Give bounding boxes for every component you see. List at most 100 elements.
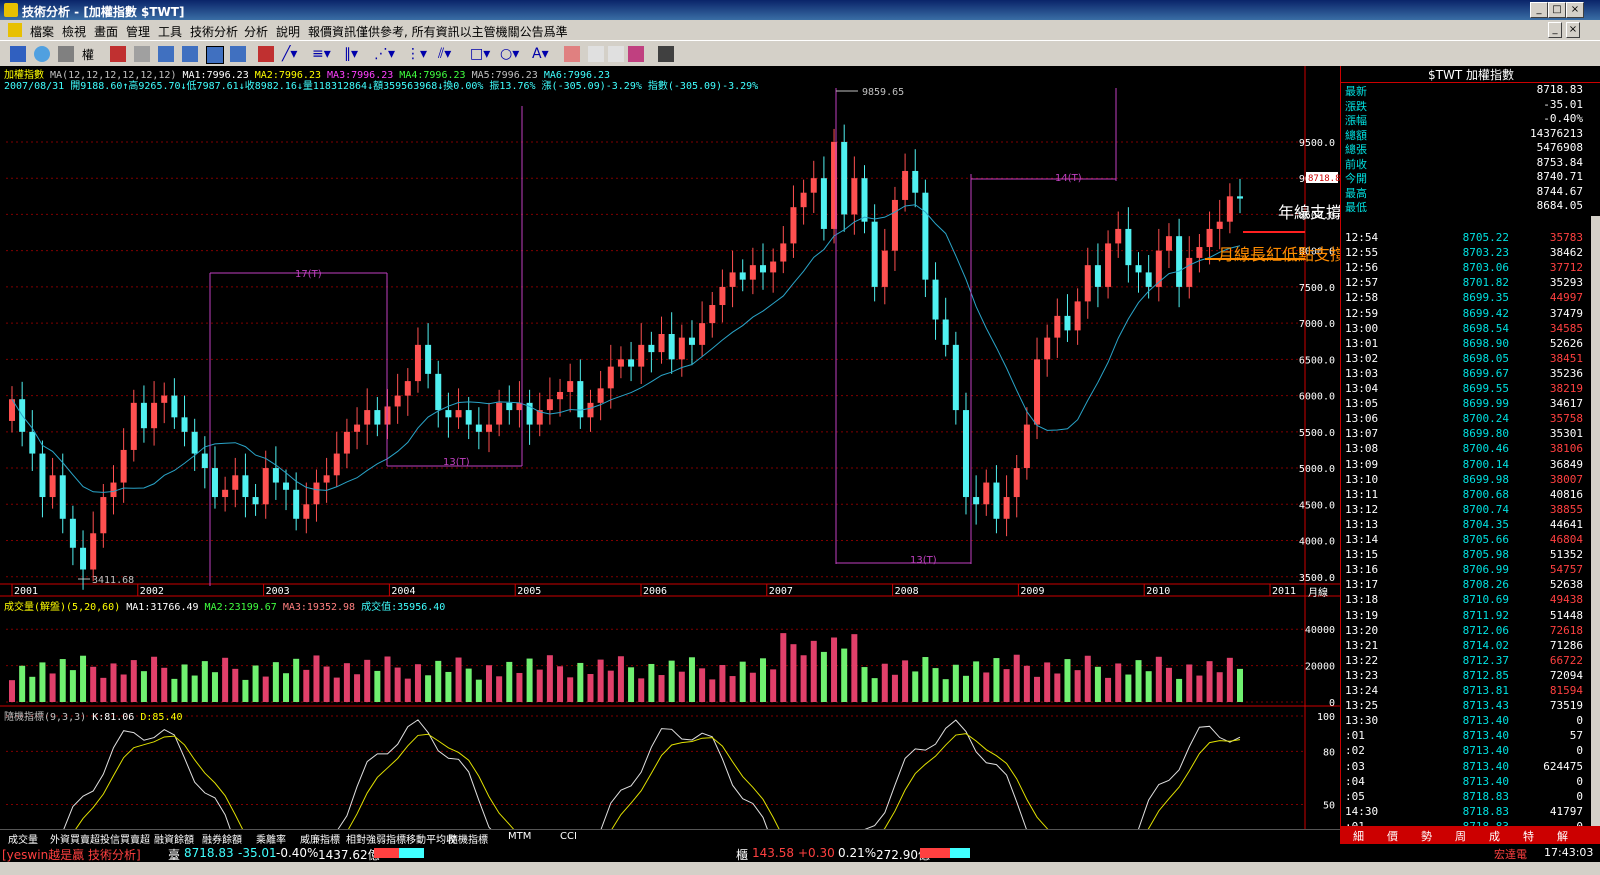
color-icon[interactable]	[628, 46, 644, 62]
quote-tab-trend[interactable]: 勢	[1421, 828, 1432, 844]
line-tool-icon[interactable]: ╱▾	[282, 46, 298, 62]
maximize-button[interactable]: □	[1548, 2, 1566, 18]
quote-tab-detail[interactable]: 細	[1353, 828, 1364, 844]
quote-scrollbar[interactable]	[1591, 216, 1600, 826]
quote-tab-price[interactable]: 價	[1387, 828, 1398, 844]
doc-icon	[8, 23, 22, 37]
quote-tab-week[interactable]: 周	[1455, 828, 1466, 844]
layout4-icon[interactable]	[230, 46, 246, 62]
draw-icon[interactable]	[258, 46, 274, 62]
menu-file[interactable]: 檔案	[30, 23, 54, 40]
tick-time: 13:04	[1345, 382, 1379, 395]
candle-body	[952, 344, 959, 411]
copy-icon[interactable]	[564, 46, 580, 62]
volume-bar	[567, 677, 574, 702]
tick-volume: 38007	[1549, 472, 1583, 486]
volume-bar	[303, 669, 310, 702]
volume-bar	[283, 673, 290, 702]
quote-tab-analysis[interactable]: 解	[1557, 828, 1568, 844]
tick-volume: 624475	[1543, 759, 1583, 773]
app-name: [yeswin越是贏 技術分析]	[2, 848, 141, 862]
ellipse-tool-icon[interactable]: ○▾	[500, 46, 519, 62]
tick-price: 8705.66	[1462, 533, 1509, 546]
candle-body	[333, 453, 340, 476]
menu-help[interactable]: 說明	[276, 23, 300, 40]
save-icon[interactable]	[658, 46, 674, 62]
tick-time: 12:54	[1345, 231, 1379, 244]
tick-price: 8700.74	[1462, 502, 1509, 516]
volume-bar	[770, 669, 777, 702]
tab-mtm[interactable]: MTM	[508, 831, 531, 842]
price-chart[interactable]: 3500.0 4000.0 4500.0 5000.0 5500.0 6000.0 6500…	[0, 66, 1340, 844]
y-tick-label: 5000.0	[1299, 464, 1335, 475]
candle-body	[617, 359, 624, 367]
candle-body	[414, 344, 421, 382]
menu-technical[interactable]: 技術分析	[190, 23, 238, 40]
tick-volume: 35236	[1549, 366, 1583, 380]
volume-bar	[1003, 669, 1010, 702]
tick-time: 13:01	[1345, 336, 1379, 350]
close-button[interactable]: ×	[1566, 2, 1584, 18]
volume-bar	[1237, 668, 1243, 702]
crosshair-icon[interactable]	[34, 46, 50, 62]
menu-manage[interactable]: 管理	[126, 23, 150, 40]
candle-body	[110, 482, 117, 498]
zoom-icon[interactable]	[58, 46, 74, 62]
volume-bar	[9, 680, 15, 702]
candle-body	[699, 323, 706, 345]
volume-bar	[1155, 656, 1162, 702]
quote-row-value: -35.01	[1543, 97, 1583, 111]
tick-row: 12:54 8705.22 35783	[1341, 231, 1587, 246]
volume-bar	[1074, 670, 1081, 702]
menu-view[interactable]: 檢視	[62, 23, 86, 40]
quote-panel: $TWT 加權指數 最新 8718.83 漲跌 -35.01 漲幅 -0.40% 總額 143…	[1340, 66, 1600, 844]
tick-volume: 46804	[1549, 533, 1583, 546]
candle-body	[404, 381, 411, 396]
rect-tool-icon[interactable]: □▾	[470, 46, 490, 62]
clear-icon[interactable]	[608, 46, 624, 62]
grid-icon[interactable]	[110, 46, 126, 62]
chart-area[interactable]: 加權指數 MA(12,12,12,12,12,12) MA1:7996.23 M…	[0, 66, 1340, 844]
eraser-icon[interactable]	[588, 46, 604, 62]
channel-tool-icon[interactable]: ⫽▾	[438, 46, 454, 62]
candle-body	[719, 286, 726, 306]
compare-icon[interactable]	[134, 46, 150, 62]
candle-body	[425, 344, 432, 374]
quote-tab-volume[interactable]: 成	[1489, 828, 1500, 844]
candle-body	[1206, 228, 1213, 248]
candle-body	[902, 170, 909, 200]
tick-price: 8703.23	[1462, 246, 1509, 260]
layout3-icon[interactable]	[206, 46, 224, 64]
app-icon	[4, 3, 18, 17]
menu-analysis[interactable]: 分析	[244, 23, 268, 40]
tab-cci[interactable]: CCI	[560, 831, 577, 842]
volume-bar	[831, 637, 838, 702]
chart-type-icon[interactable]	[10, 46, 26, 62]
volume-bar	[414, 664, 421, 702]
candle-body	[841, 141, 848, 215]
layout1-icon[interactable]	[158, 46, 174, 62]
quote-row: 最低 8684.05	[1341, 199, 1587, 214]
child-close-button[interactable]: ×	[1566, 22, 1580, 38]
period-dropdown[interactable]: 權▾	[82, 46, 98, 77]
candle-body	[567, 381, 574, 392]
vline-tool-icon[interactable]: ∥▾	[344, 46, 360, 62]
fan-tool-icon[interactable]: ⋰▾	[374, 46, 395, 62]
layout2-icon[interactable]	[182, 46, 198, 62]
child-minimize-button[interactable]: _	[1548, 22, 1562, 38]
volume-bar	[425, 675, 432, 702]
tick-row: 13:25 8713.43 73519	[1341, 699, 1587, 714]
hline-tool-icon[interactable]: ≡▾	[312, 46, 331, 62]
quote-tab-special[interactable]: 特	[1523, 828, 1534, 844]
minimize-button[interactable]: _	[1530, 2, 1548, 18]
period-13b-label: 13(T)	[910, 555, 937, 566]
tick-price: 8713.40	[1462, 744, 1509, 758]
text-tool-icon[interactable]: A▾	[532, 46, 549, 62]
volume-info-line: 成交量(解盤)(5,20,60) MA1:31766.49 MA2:23199.…	[4, 598, 445, 613]
indicator-tabs: 成交量 外資買賣超投信買賣超 融資餘額 融券餘額 乘離率 威廉指標 相對強弱指標…	[0, 829, 1340, 846]
menu-screen[interactable]: 畫面	[94, 23, 118, 40]
twse-pct: -0.40%	[276, 846, 319, 860]
fib-tool-icon[interactable]: ⋮▾	[406, 46, 427, 62]
menu-tools[interactable]: 工具	[158, 23, 182, 40]
tick-price: 8712.06	[1462, 623, 1509, 637]
